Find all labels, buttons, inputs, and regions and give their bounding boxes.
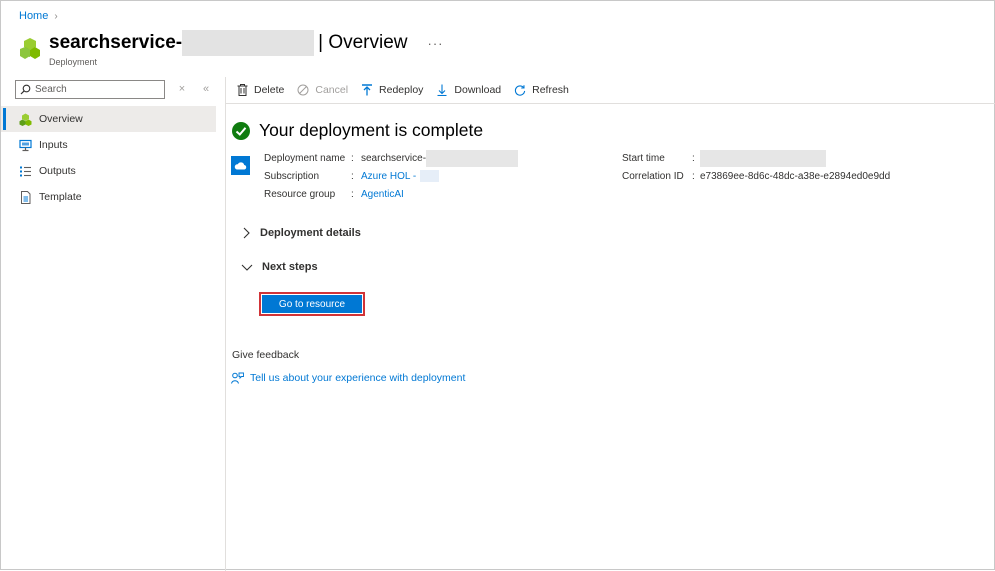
redeploy-icon	[361, 84, 373, 97]
sidebar-item-label: Template	[39, 191, 82, 203]
sidebar-item-label: Overview	[39, 113, 83, 125]
success-check-icon	[232, 121, 250, 140]
delete-label: Delete	[254, 84, 285, 96]
resource-type-label: Deployment	[49, 57, 98, 67]
correlation-id-value: e73869ee-8d6c-48dc-a38e-e2894ed0e9dd	[700, 170, 891, 182]
go-to-resource-highlight: Go to resource	[259, 292, 365, 316]
next-steps-label: Next steps	[262, 261, 318, 273]
page-header: searchservice- | Overview ··· Deployment	[19, 30, 444, 67]
clear-filter-icon[interactable]: ×	[175, 83, 189, 95]
colon: :	[351, 170, 354, 182]
template-icon	[19, 190, 32, 204]
search-box[interactable]	[15, 79, 165, 99]
redacted-block	[420, 170, 440, 182]
start-time-row: Start time :	[622, 149, 826, 167]
inputs-icon	[19, 139, 32, 152]
sidebar-item-label: Outputs	[39, 165, 76, 177]
sidebar-item-template[interactable]: Template	[1, 184, 216, 210]
refresh-button[interactable]: Refresh	[514, 84, 569, 97]
deployment-details-toggle[interactable]: Deployment details	[242, 227, 361, 239]
search-input[interactable]	[35, 83, 155, 95]
outputs-icon	[19, 165, 32, 178]
delete-button[interactable]: Delete	[236, 84, 284, 97]
feedback-link[interactable]: Tell us about your experience with deplo…	[231, 372, 465, 384]
chevron-right-icon: ›	[54, 10, 58, 22]
resource-group-row: Resource group : AgenticAI	[264, 187, 404, 201]
subscription-label: Subscription	[264, 170, 320, 182]
status-heading: Your deployment is complete	[259, 120, 484, 140]
deployment-status: Your deployment is complete	[232, 120, 483, 141]
breadcrumb: Home ›	[19, 10, 58, 22]
chevron-right-icon	[243, 227, 250, 239]
feedback-link-label: Tell us about your experience with deplo…	[250, 372, 466, 384]
sidebar-item-inputs[interactable]: Inputs	[1, 132, 216, 158]
more-options-button[interactable]: ···	[428, 36, 444, 51]
next-steps-toggle[interactable]: Next steps	[241, 261, 318, 273]
correlation-id-row: Correlation ID : e73869ee-8d6c-48dc-a38e…	[622, 169, 890, 183]
deployment-cloud-icon	[231, 156, 250, 175]
cancel-icon	[297, 84, 309, 97]
cancel-button[interactable]: Cancel	[297, 84, 348, 97]
resource-group-label: Resource group	[264, 188, 336, 200]
colon: :	[351, 152, 354, 164]
go-to-resource-button[interactable]: Go to resource	[262, 295, 362, 313]
sidebar-search-row: × «	[1, 77, 216, 101]
subscription-link[interactable]: Azure HOL -	[361, 171, 416, 182]
deployment-name-title: searchservice-	[49, 32, 183, 53]
redacted-block	[182, 30, 315, 56]
download-label: Download	[454, 84, 502, 96]
cancel-label: Cancel	[315, 84, 349, 96]
sidebar-item-overview[interactable]: Overview	[1, 106, 216, 132]
redacted-block	[426, 149, 519, 167]
sidebar: × « Overview	[1, 77, 216, 210]
feedback-heading: Give feedback	[232, 349, 300, 361]
sidebar-item-label: Inputs	[39, 139, 68, 151]
deployment-details-label: Deployment details	[260, 227, 361, 239]
redeploy-button[interactable]: Redeploy	[361, 84, 423, 97]
refresh-icon	[514, 84, 526, 97]
toolbar-divider	[226, 103, 995, 104]
subscription-row: Subscription : Azure HOL -	[264, 169, 440, 183]
refresh-label: Refresh	[532, 84, 569, 96]
page-title: searchservice- | Overview ···	[49, 30, 444, 56]
deployment-name-row: Deployment name : searchservice-	[264, 149, 519, 167]
resource-group-link[interactable]: AgenticAI	[361, 189, 404, 200]
feedback-icon	[231, 372, 244, 384]
redeploy-label: Redeploy	[379, 84, 424, 96]
portal-frame: Home › searchservice- | Overview ··· Dep…	[0, 0, 995, 571]
command-bar: Delete Cancel Redeploy Download Refresh	[236, 81, 582, 99]
correlation-id-label: Correlation ID	[622, 170, 684, 182]
colon: :	[692, 170, 695, 182]
colon: :	[351, 188, 354, 200]
search-icon	[20, 84, 31, 94]
breadcrumb-home-link[interactable]: Home	[19, 10, 48, 22]
chevron-down-icon	[241, 264, 253, 271]
sidebar-divider	[225, 77, 226, 571]
trash-icon	[236, 84, 248, 97]
sidebar-nav: Overview Inputs Outputs Template	[1, 106, 216, 210]
overview-icon	[19, 113, 32, 126]
download-icon	[436, 84, 448, 97]
deployment-name-label: Deployment name	[264, 152, 346, 164]
sidebar-item-outputs[interactable]: Outputs	[1, 158, 216, 184]
redacted-block	[700, 149, 826, 167]
download-button[interactable]: Download	[436, 84, 501, 97]
start-time-label: Start time	[622, 152, 665, 164]
colon: :	[692, 152, 695, 164]
collapse-sidebar-icon[interactable]: «	[199, 83, 213, 95]
page-title-section: | Overview	[318, 32, 408, 53]
deployment-name-value: searchservice-	[361, 152, 427, 164]
resource-group-icon	[20, 38, 40, 59]
